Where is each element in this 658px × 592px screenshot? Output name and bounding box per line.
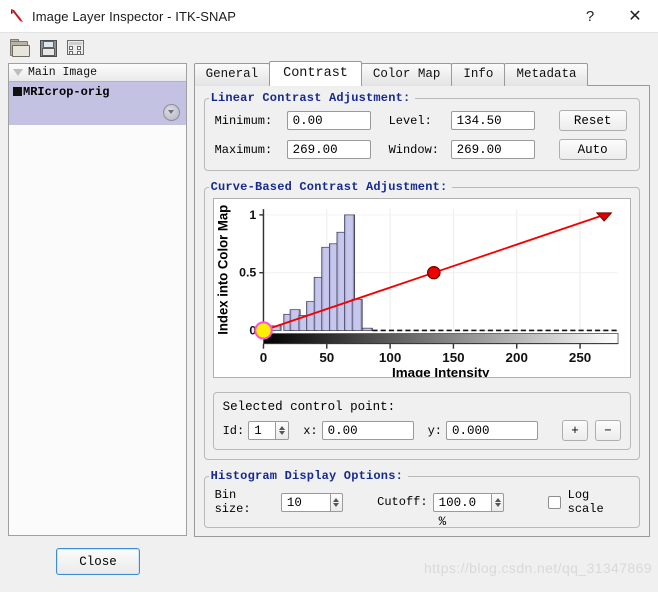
svg-text:1: 1	[249, 208, 256, 222]
curve-contrast-group: Curve-Based Contrast Adjustment: 0 0.5 1 In…	[203, 180, 640, 460]
layer-list-panel: Main Image MRIcrop-orig	[8, 63, 187, 536]
level-label: Level:	[388, 113, 432, 128]
control-point-group: Selected control point: Id: 1 x: 0.00 y:…	[212, 392, 631, 450]
watermark-text: https://blog.csdn.net/qq_31347869	[423, 560, 652, 576]
minimum-input[interactable]: 0.00	[286, 111, 371, 130]
intensity-curve-chart[interactable]: 0 0.5 1 Index into Color Map 0 50 100 150 200 250…	[212, 198, 631, 380]
auto-button[interactable]: Auto	[558, 139, 627, 160]
svg-text:200: 200	[505, 350, 527, 365]
cutoff-stepper[interactable]	[491, 492, 505, 512]
layer-group-header[interactable]: Main Image	[9, 64, 186, 82]
tab-color-map[interactable]: Color Map	[360, 63, 453, 86]
window-input[interactable]: 269.00	[450, 140, 535, 159]
window-title: Image Layer Inspector - ITK-SNAP	[32, 8, 237, 24]
save-icon[interactable]	[38, 39, 58, 57]
layer-list-item-mricrop-orig[interactable]: MRIcrop-orig	[9, 82, 186, 125]
itksnap-logo-icon	[8, 7, 26, 25]
tab-contrast[interactable]: Contrast	[269, 61, 362, 86]
svg-text:Index into Color Map: Index into Color Map	[215, 205, 230, 335]
bin-size-label: Bin size:	[214, 488, 251, 516]
tab-general[interactable]: General	[193, 63, 271, 86]
inspector-pane: General Contrast Color Map Info Metadata…	[193, 61, 650, 537]
svg-text:Image Intensity: Image Intensity	[392, 365, 490, 377]
svg-text:250: 250	[568, 350, 590, 365]
toolbar	[0, 33, 658, 63]
maximum-label: Maximum:	[214, 142, 273, 157]
tab-bar: General Contrast Color Map Info Metadata	[193, 61, 650, 86]
cutoff-label: Cutoff:	[377, 495, 428, 509]
linear-contrast-group: Linear Contrast Adjustment: Minimum: 0.0…	[203, 91, 640, 171]
svg-text:150: 150	[442, 350, 464, 365]
collapse-triangle-icon[interactable]	[13, 69, 23, 76]
layer-list-empty-area	[9, 125, 186, 535]
chevron-down-icon[interactable]	[162, 104, 180, 121]
dialog-footer: Close https://blog.csdn.net/qq_31347869	[0, 536, 658, 592]
window-titlebar: Image Layer Inspector - ITK-SNAP ? ✕	[0, 0, 658, 33]
close-window-button[interactable]: ✕	[612, 0, 658, 32]
log-scale-checkbox[interactable]	[548, 495, 561, 509]
add-control-point-button[interactable]: +	[562, 420, 588, 441]
bin-size-input[interactable]: 10	[280, 492, 331, 512]
control-point-y-input[interactable]: 0.000	[446, 421, 538, 440]
histogram-options-title: Histogram Display Options:	[208, 469, 409, 483]
contrast-tab-panel: Linear Contrast Adjustment: Minimum: 0.0…	[193, 85, 650, 537]
bin-size-stepper[interactable]	[330, 492, 344, 512]
log-scale-label: Log scale	[567, 488, 604, 516]
open-folder-icon[interactable]	[10, 39, 30, 57]
linear-contrast-title: Linear Contrast Adjustment:	[208, 91, 416, 105]
histogram-options-group: Histogram Display Options: Bin size: 10 …	[203, 469, 640, 529]
control-point-id-label: Id:	[222, 423, 245, 438]
layer-name-label: MRIcrop-orig	[23, 85, 110, 99]
level-input[interactable]: 134.50	[450, 111, 535, 130]
cutoff-input[interactable]: 100.0 %	[432, 492, 492, 529]
reset-button[interactable]: Reset	[558, 110, 627, 131]
close-button[interactable]: Close	[56, 548, 140, 575]
layer-group-label: Main Image	[28, 66, 98, 79]
table-icon[interactable]	[66, 39, 86, 57]
tab-info[interactable]: Info	[451, 63, 506, 86]
minimum-label: Minimum:	[214, 113, 273, 128]
control-point-id-stepper[interactable]	[276, 421, 290, 440]
maximum-input[interactable]: 269.00	[286, 140, 371, 159]
tab-metadata[interactable]: Metadata	[504, 63, 589, 86]
help-button[interactable]: ?	[568, 0, 612, 32]
window-controls: ? ✕	[568, 0, 658, 32]
layer-thumbnail	[13, 87, 22, 96]
remove-control-point-button[interactable]: −	[595, 420, 621, 441]
curve-contrast-title: Curve-Based Contrast Adjustment:	[208, 180, 453, 194]
control-point-y-label: y:	[427, 423, 442, 438]
control-point-x-input[interactable]: 0.00	[321, 421, 414, 440]
chart-svg[interactable]: 00.51Index into Color Map0 50 100 150 200 250…	[214, 199, 630, 380]
svg-text:0: 0	[259, 350, 266, 365]
window-label: Window:	[388, 142, 439, 157]
svg-text:50: 50	[319, 350, 334, 365]
main-body: Main Image MRIcrop-orig General Contrast…	[0, 61, 658, 537]
control-point-x-label: x:	[303, 423, 318, 438]
control-point-id-input[interactable]: 1	[248, 421, 277, 440]
svg-text:100: 100	[379, 350, 401, 365]
svg-text:0.5: 0.5	[239, 266, 256, 280]
control-point-title: Selected control point:	[222, 400, 396, 414]
